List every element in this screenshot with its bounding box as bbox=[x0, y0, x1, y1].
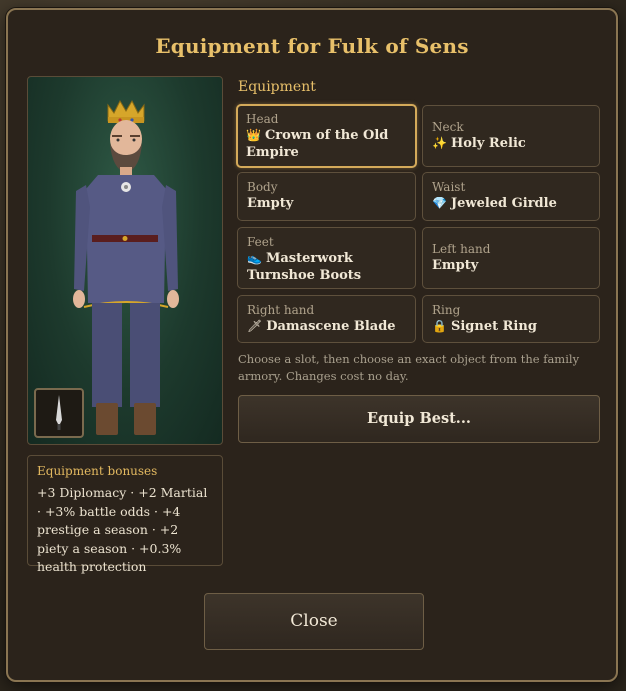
slot-label: Head bbox=[246, 112, 279, 126]
equipment-bonuses-panel: Equipment bonuses +3 Diplomacy · +2 Mart… bbox=[27, 455, 223, 574]
slot-label: Right hand bbox=[247, 303, 315, 317]
equipment-section-label: Equipment bbox=[238, 79, 316, 95]
slot-label: Waist bbox=[432, 180, 466, 194]
slot-label: Body bbox=[247, 180, 278, 194]
dialog-title: Equipment for Fulk of Sens bbox=[155, 34, 469, 58]
slot-right-hand[interactable]: Right hand 🗡 Damascene Blade bbox=[237, 295, 416, 343]
equipment-hint: Choose a slot, then choose an exact obje… bbox=[238, 352, 580, 383]
slot-value: 💎 Jeweled Girdle bbox=[432, 196, 557, 211]
dagger-icon bbox=[56, 395, 62, 430]
slot-label: Feet bbox=[247, 235, 274, 249]
gem-icon: 💎 bbox=[432, 196, 447, 210]
dagger-icon: 🗡 bbox=[247, 319, 263, 333]
close-button[interactable]: Close bbox=[204, 593, 424, 650]
slot-value: 👟 Masterwork Turnshoe Boots bbox=[247, 251, 362, 283]
equip-best-button[interactable]: Equip Best... bbox=[238, 395, 600, 443]
slot-label: Ring bbox=[432, 303, 461, 317]
slot-left-hand[interactable]: Left hand Empty bbox=[422, 227, 600, 289]
slot-label: Neck bbox=[432, 120, 464, 134]
slot-body[interactable]: Body Empty bbox=[237, 172, 416, 221]
crown-icon: 👑 bbox=[246, 128, 261, 142]
bonuses-title: Equipment bonuses bbox=[37, 464, 158, 478]
slot-waist[interactable]: Waist 💎 Jeweled Girdle bbox=[422, 172, 600, 221]
equipment-dialog: Equipment for Fulk of Sens Equipment bon… bbox=[6, 8, 618, 682]
character-portrait bbox=[27, 76, 223, 445]
sparkle-icon: ✨ bbox=[432, 136, 447, 150]
slot-value: 🗡 Damascene Blade bbox=[247, 319, 396, 334]
ring-icon: 🔒 bbox=[432, 319, 447, 333]
weapon-preview-slot[interactable] bbox=[34, 388, 84, 438]
slot-label: Left hand bbox=[432, 242, 491, 256]
slot-ring[interactable]: Ring 🔒 Signet Ring bbox=[422, 295, 600, 343]
slot-feet[interactable]: Feet 👟 Masterwork Turnshoe Boots bbox=[237, 227, 416, 289]
slot-head[interactable]: Head 👑 Crown of the Old Empire bbox=[236, 104, 417, 168]
slot-value: ✨ Holy Relic bbox=[432, 136, 526, 151]
boot-icon: 👟 bbox=[247, 251, 262, 265]
slot-value: 👑 Crown of the Old Empire bbox=[246, 128, 389, 160]
bonuses-text: +3 Diplomacy · +2 Martial · +3% battle o… bbox=[37, 485, 208, 574]
slot-value: Empty bbox=[432, 258, 479, 273]
slot-value: 🔒 Signet Ring bbox=[432, 319, 537, 334]
slot-value: Empty bbox=[247, 196, 294, 211]
slot-neck[interactable]: Neck ✨ Holy Relic bbox=[422, 105, 600, 167]
